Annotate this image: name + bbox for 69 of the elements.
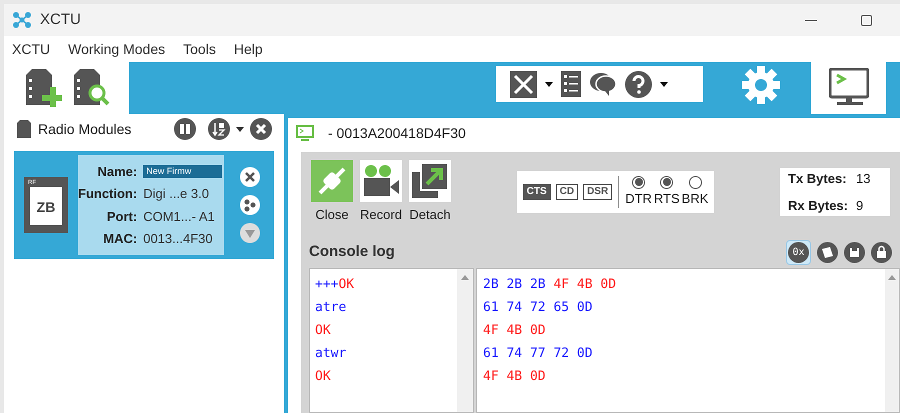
line-label: DTR xyxy=(625,190,652,208)
console-title: - 0013A200418D4F30 xyxy=(328,124,466,142)
rx-bytes-label: Rx Bytes: xyxy=(788,196,848,215)
radio-button[interactable] xyxy=(632,176,646,189)
signal-indicator: CD xyxy=(556,184,578,200)
hex-line: 61 74 77 72 0D xyxy=(483,345,594,363)
record-button[interactable]: Record xyxy=(360,160,402,224)
menu-item[interactable]: Help xyxy=(234,38,263,60)
scrollbar[interactable] xyxy=(885,269,899,412)
hex-line: 4F 4B 0D xyxy=(483,322,547,340)
close-icon[interactable] xyxy=(250,118,272,140)
tx-bytes-label: Tx Bytes: xyxy=(788,170,848,188)
field-label: Port: xyxy=(106,208,138,226)
settings-icon[interactable] xyxy=(741,65,781,105)
help-icon[interactable] xyxy=(625,70,652,98)
columns-icon[interactable] xyxy=(174,118,196,140)
signal-indicator: CTS xyxy=(522,184,551,200)
scrollbar[interactable] xyxy=(457,269,473,412)
menu-item[interactable]: Tools xyxy=(183,38,216,60)
log-line: OK xyxy=(315,322,332,340)
tools-icon[interactable] xyxy=(510,70,537,98)
chat-bubbles-icon[interactable] xyxy=(589,71,617,97)
sort-icon[interactable] xyxy=(208,118,230,140)
menu-item[interactable]: XCTU xyxy=(12,38,50,60)
hex-line: 4F 4B 0D xyxy=(483,368,547,386)
detach-button[interactable]: Detach xyxy=(409,160,451,224)
caret-icon[interactable] xyxy=(660,82,668,86)
log-line: atre xyxy=(315,299,348,317)
save-icon[interactable] xyxy=(844,242,865,262)
maximize-icon[interactable] xyxy=(861,14,872,26)
lock-icon[interactable] xyxy=(871,242,892,262)
tx-bytes-value: 13 xyxy=(856,170,872,188)
signal-indicator: DSR xyxy=(583,184,612,200)
log-line: atwr xyxy=(315,345,348,363)
console-tab[interactable] xyxy=(811,62,886,114)
field-value: Digi ...e 3.0 xyxy=(143,185,210,203)
field-label: MAC: xyxy=(102,230,138,248)
radio-button[interactable] xyxy=(688,176,702,189)
window-title: XCTU xyxy=(40,10,81,30)
rx-bytes-value: 9 xyxy=(856,196,864,214)
module-icon xyxy=(16,120,32,138)
clear-icon[interactable] xyxy=(817,242,838,262)
log-line: +++OK xyxy=(315,276,356,294)
radio-button[interactable] xyxy=(660,176,674,189)
log-line: OK xyxy=(315,368,332,386)
field-value: 0013...4F30 xyxy=(143,230,214,248)
terminal-icon xyxy=(828,68,868,108)
field-label: Function: xyxy=(78,185,138,203)
hex-toggle-button[interactable]: 0x xyxy=(786,240,811,264)
hex-line: 2B 2B 2B 4F 4B 0D xyxy=(483,276,618,294)
terminal-icon xyxy=(296,124,314,142)
line-label: BRK xyxy=(682,190,708,208)
console-log-title: Console log xyxy=(309,242,395,262)
panel-title: Radio Modules xyxy=(38,120,132,138)
document-list-icon[interactable] xyxy=(561,71,581,97)
search-module-icon[interactable] xyxy=(72,69,112,107)
menu-item[interactable]: Working Modes xyxy=(68,38,166,60)
close-icon[interactable] xyxy=(240,167,260,187)
add-module-icon[interactable] xyxy=(24,69,64,107)
close-button[interactable]: Close xyxy=(311,160,353,224)
name-tag: New Firmw xyxy=(143,164,222,178)
caret-icon[interactable] xyxy=(236,126,244,132)
network-icon[interactable] xyxy=(240,195,260,215)
app-logo-icon xyxy=(12,11,32,29)
field-label: Name: xyxy=(96,162,138,180)
caret-icon[interactable] xyxy=(545,82,553,86)
hex-line: 61 74 72 65 0D xyxy=(483,299,594,317)
field-value: COM1...- A1 xyxy=(143,208,216,226)
line-label: RTS xyxy=(654,190,680,208)
